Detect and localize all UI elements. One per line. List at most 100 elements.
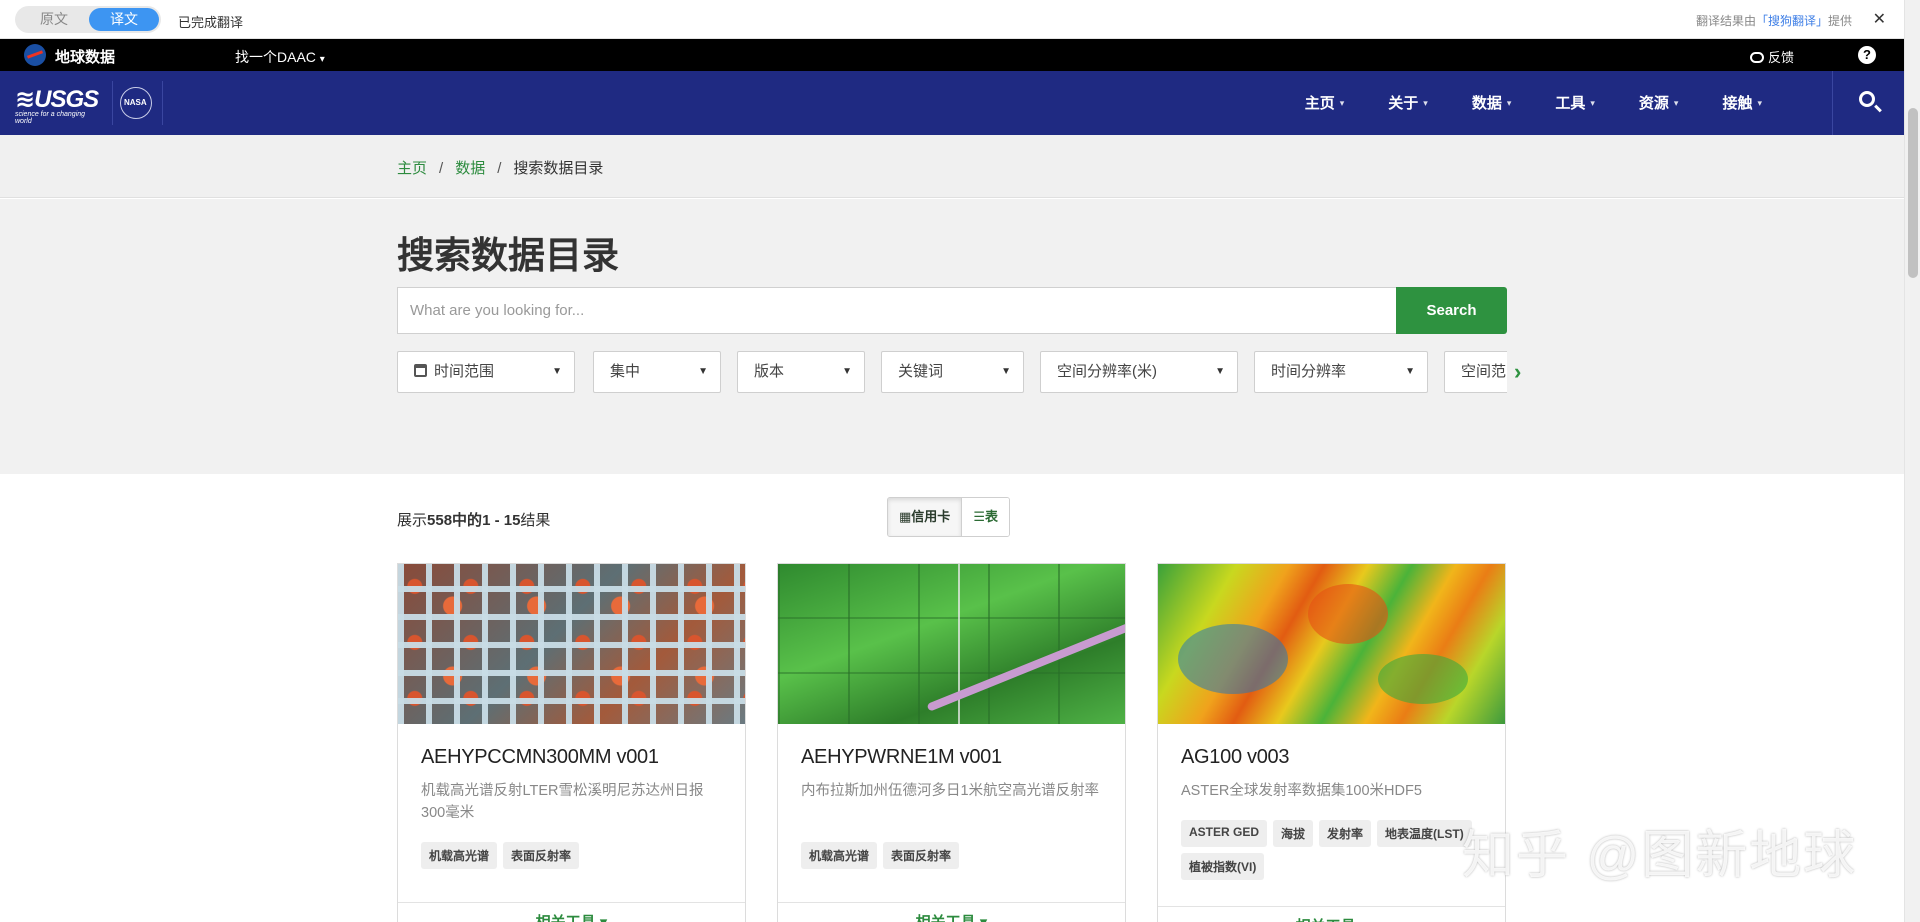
- nasa-meatball-icon: [24, 44, 46, 66]
- dataset-tag[interactable]: 表面反射率: [883, 842, 960, 869]
- nav-item-label: 工具: [1555, 95, 1586, 112]
- breadcrumb-separator: /: [439, 160, 444, 177]
- nav-item-label: 数据: [1471, 95, 1502, 112]
- nav-search-button[interactable]: [1832, 71, 1904, 135]
- caret-down-icon: ▼: [842, 366, 852, 377]
- filter-temporal-range[interactable]: 时间范围 ▼: [397, 351, 575, 393]
- filter-label: 时间分辨率: [1271, 363, 1347, 380]
- filter-label: 版本: [754, 363, 785, 380]
- results-middle: 中的: [452, 512, 483, 529]
- translated-option[interactable]: 译文: [89, 8, 159, 31]
- nav-divider: [112, 81, 113, 125]
- dataset-tag[interactable]: 机载高光谱: [421, 842, 498, 869]
- chevron-right-icon[interactable]: ›: [1514, 359, 1521, 385]
- filter-temporal-resolution[interactable]: 时间分辨率 ▼: [1254, 351, 1428, 393]
- scrollbar-thumb[interactable]: [1908, 108, 1918, 278]
- provider-suffix: 提供: [1827, 14, 1852, 28]
- view-toggle: ▦信用卡 ☰表: [887, 497, 1010, 537]
- nav-item-label: 主页: [1304, 95, 1335, 112]
- close-icon[interactable]: ✕: [1873, 9, 1886, 29]
- filter-label: 关键词: [898, 363, 944, 380]
- nav-item-label: 接触: [1722, 95, 1753, 112]
- dataset-tag[interactable]: 机载高光谱: [801, 842, 878, 869]
- thumbnail-detail: [1378, 654, 1468, 704]
- results-range: 1 - 15: [482, 512, 521, 529]
- results-suffix: 结果: [520, 512, 551, 529]
- thumbnail-detail: [926, 618, 1125, 712]
- chevron-down-icon: ▾: [1339, 98, 1345, 108]
- chevron-down-icon: ▾: [1757, 98, 1762, 108]
- dataset-title[interactable]: AEHYPWRNE1M v001: [801, 746, 1002, 769]
- thumbnail-detail: [1178, 624, 1288, 694]
- dataset-card[interactable]: AEHYPCCMN300MM v001 机载高光谱反射LTER雪松溪明尼苏达州日…: [397, 563, 746, 922]
- dataset-tag[interactable]: 植被指数(VI): [1181, 853, 1265, 880]
- dataset-tag[interactable]: 地表温度(LST): [1377, 820, 1472, 847]
- earthdata-bar: 地球数据 找一个DAAC ▾ 反馈 ?: [0, 39, 1904, 71]
- dataset-thumbnail[interactable]: [1158, 564, 1505, 724]
- chevron-down-icon: ▾: [1506, 98, 1512, 108]
- search-button[interactable]: Search: [1396, 287, 1507, 334]
- dataset-title[interactable]: AG100 v003: [1181, 746, 1290, 769]
- filter-spatial-resolution[interactable]: 空间分辨率(米) ▼: [1040, 351, 1238, 393]
- provider-link[interactable]: 「搜狗翻译」: [1756, 14, 1828, 28]
- breadcrumb-data[interactable]: 数据: [455, 160, 485, 177]
- usgs-logo[interactable]: ≋USGS science for a changing world: [15, 85, 99, 125]
- dataset-tags: ASTER GED 海拔 发射率 地表温度(LST) 植被指数(VI): [1181, 820, 1491, 880]
- nav-item-data[interactable]: 数据 ▾: [1450, 71, 1534, 135]
- feedback-label: 反馈: [1767, 50, 1794, 65]
- nav-item-home[interactable]: 主页 ▾: [1283, 71, 1367, 135]
- translation-toggle[interactable]: 原文 译文: [15, 6, 161, 33]
- nav-item-resources[interactable]: 资源 ▾: [1617, 71, 1701, 135]
- breadcrumb-home[interactable]: 主页: [397, 160, 427, 177]
- related-tools-button[interactable]: 相关工具 ▾: [398, 902, 745, 922]
- search-input[interactable]: [398, 288, 1396, 333]
- caret-down-icon: ▼: [1215, 366, 1225, 377]
- translation-bar: 原文 译文 已完成翻译 翻译结果由「搜狗翻译」提供 ✕: [0, 0, 1904, 39]
- filter-spatial-extent[interactable]: 空间范围: [1444, 351, 1507, 393]
- nav-item-contact[interactable]: 接触 ▾: [1700, 71, 1784, 135]
- main-nav: ≋USGS science for a changing world NASA …: [0, 71, 1904, 135]
- nav-menu: 主页 ▾ 关于 ▾ 数据 ▾ 工具 ▾ 资源 ▾ 接触 ▾: [1283, 71, 1784, 135]
- related-tools-button[interactable]: 相关工具 ▾: [1158, 906, 1505, 922]
- chevron-down-icon: ▾: [1673, 98, 1679, 108]
- filter-collection[interactable]: 集中 ▼: [593, 351, 721, 393]
- filter-version[interactable]: 版本 ▼: [737, 351, 865, 393]
- dataset-tag[interactable]: ASTER GED: [1181, 820, 1268, 847]
- watermark: 知乎 @图新地球: [1462, 827, 1858, 885]
- find-daac-dropdown[interactable]: 找一个DAAC ▾: [235, 47, 325, 67]
- usgs-logo-text: ≋USGS: [15, 86, 99, 113]
- dataset-thumbnail[interactable]: [778, 564, 1125, 724]
- nav-item-tools[interactable]: 工具 ▾: [1533, 71, 1617, 135]
- view-table-label: 表: [984, 509, 998, 524]
- scrollbar[interactable]: [1904, 0, 1920, 922]
- caret-down-icon: ▼: [552, 366, 562, 377]
- search-panel: 搜索数据目录 Search 时间范围 ▼ 集中 ▼ 版本 ▼ 关键词 ▼ 空间分辨率(米…: [0, 199, 1904, 474]
- grid-icon: ▦: [899, 509, 912, 524]
- dataset-title[interactable]: AEHYPCCMN300MM v001: [421, 746, 659, 769]
- dataset-tag[interactable]: 表面反射率: [503, 842, 580, 869]
- view-cards-button[interactable]: ▦信用卡: [888, 498, 963, 536]
- filter-keywords[interactable]: 关键词 ▼: [881, 351, 1024, 393]
- results-count: 展示558中的1 - 15结果: [397, 509, 550, 530]
- site-title[interactable]: 地球数据: [55, 46, 115, 67]
- chevron-down-icon: ▾: [1590, 98, 1595, 108]
- list-icon: ☰: [973, 509, 985, 524]
- dataset-thumbnail[interactable]: [398, 564, 745, 724]
- original-option[interactable]: 原文: [19, 6, 89, 33]
- chevron-down-icon: ▾: [1423, 98, 1428, 108]
- view-table-button[interactable]: ☰表: [962, 498, 1009, 536]
- dataset-tag[interactable]: 海拔: [1273, 820, 1314, 847]
- search-icon: [1859, 91, 1875, 107]
- dataset-card[interactable]: AG100 v003 ASTER全球发射率数据集100米HDF5 ASTER G…: [1157, 563, 1506, 922]
- calendar-icon: [414, 364, 427, 377]
- help-icon[interactable]: ?: [1858, 46, 1876, 64]
- nav-item-about[interactable]: 关于 ▾: [1366, 71, 1450, 135]
- dataset-tag[interactable]: 发射率: [1319, 820, 1372, 847]
- feedback-link[interactable]: 反馈: [1749, 47, 1794, 66]
- filter-label: 时间范围: [434, 363, 495, 380]
- provider-prefix: 翻译结果由: [1695, 14, 1756, 28]
- dataset-tags: 机载高光谱 表面反射率: [801, 842, 1111, 869]
- related-tools-button[interactable]: 相关工具 ▾: [778, 902, 1125, 922]
- nasa-logo[interactable]: NASA: [120, 87, 152, 119]
- dataset-card[interactable]: AEHYPWRNE1M v001 内布拉斯加州伍德河多日1米航空高光谱反射率 机…: [777, 563, 1126, 922]
